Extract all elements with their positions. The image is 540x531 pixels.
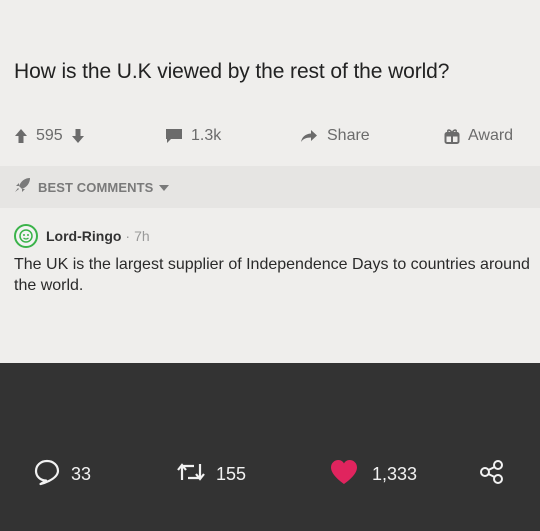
like-button[interactable]: 1,333 <box>330 459 417 489</box>
retweet-icon <box>176 460 206 489</box>
reply-count: 33 <box>71 463 92 484</box>
share-label: Share <box>327 127 370 144</box>
award-button[interactable]: Award <box>444 120 513 152</box>
rocket-icon <box>14 177 32 198</box>
chevron-down-icon <box>159 178 170 196</box>
sort-label: BEST COMMENTS <box>38 179 154 195</box>
upvote-icon[interactable] <box>14 128 28 144</box>
upvote-count: 595 <box>36 127 63 144</box>
gift-icon <box>444 128 460 144</box>
comment-age: 7h <box>134 228 150 244</box>
vote-controls: 595 <box>14 120 85 152</box>
comment-sort-selector[interactable]: BEST COMMENTS <box>0 166 540 208</box>
like-count: 1,333 <box>372 463 418 484</box>
tweet-engagement-bar: 33 155 1,333 <box>0 363 540 531</box>
share-arrow-icon <box>300 129 318 143</box>
avatar[interactable] <box>14 224 38 248</box>
reply-button[interactable]: 33 <box>33 459 91 489</box>
comment-count: 1.3k <box>191 127 222 144</box>
post-card: How is the U.K viewed by the rest of the… <box>0 0 540 363</box>
meta-separator: · <box>125 228 131 244</box>
comment-text: The UK is the largest supplier of Indepe… <box>14 256 530 294</box>
share-nodes-icon <box>478 458 506 491</box>
share-button[interactable]: Share <box>300 120 370 152</box>
comments-button[interactable]: 1.3k <box>165 120 221 152</box>
retweet-button[interactable]: 155 <box>176 459 246 489</box>
comment-username[interactable]: Lord-Ringo <box>46 228 121 244</box>
reply-bubble-icon <box>33 458 61 491</box>
comment-icon <box>165 128 183 144</box>
comment-header: Lord-Ringo · 7h <box>14 224 150 248</box>
post-title: How is the U.K viewed by the rest of the… <box>14 60 450 83</box>
heart-icon <box>330 459 358 490</box>
post-action-bar: 595 1.3k Share Award <box>0 120 540 152</box>
downvote-icon[interactable] <box>71 128 85 144</box>
retweet-count: 155 <box>216 463 247 484</box>
share-tweet-button[interactable] <box>478 459 506 489</box>
award-label: Award <box>468 127 514 144</box>
